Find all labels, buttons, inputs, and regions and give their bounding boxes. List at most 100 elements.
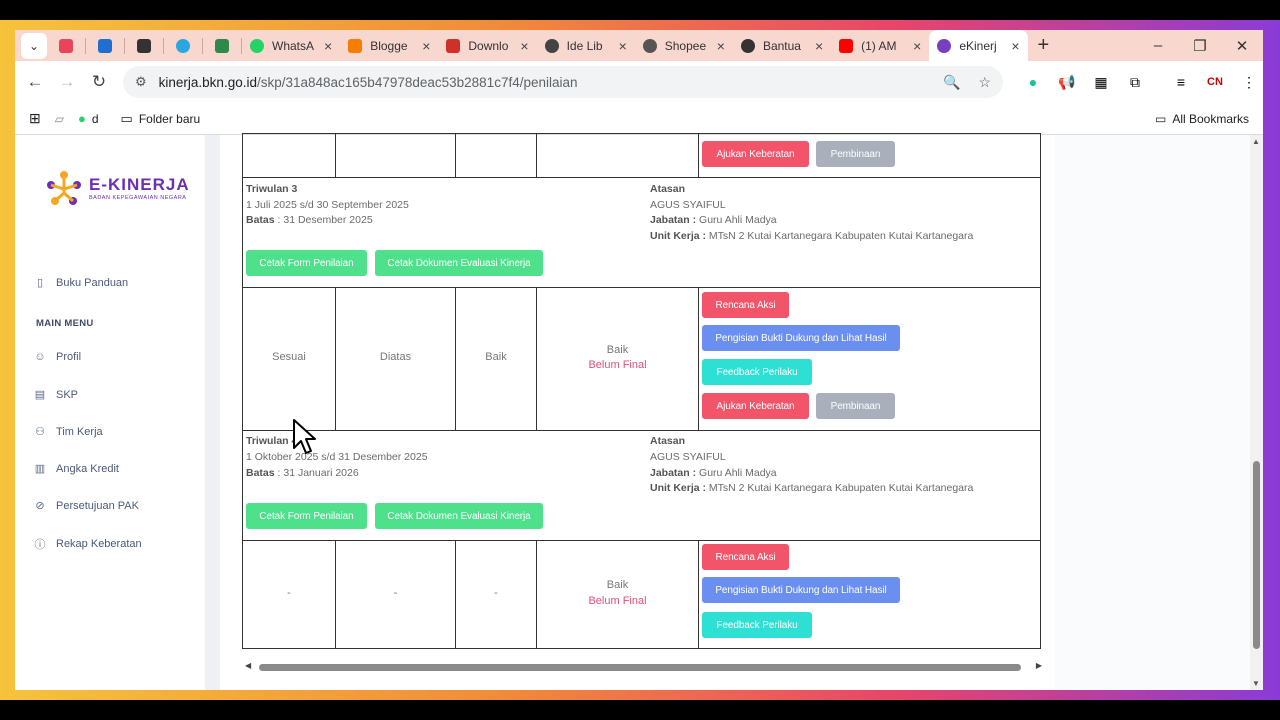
tab-blogger[interactable]: Blogge ×	[340, 30, 438, 61]
pembinaan-button[interactable]: Pembinaan	[816, 393, 895, 419]
tab-favicon-icon	[59, 38, 73, 53]
reload-icon[interactable]: ↻	[83, 72, 115, 92]
tab-1[interactable]	[47, 30, 85, 61]
tab-download[interactable]: Downlo ×	[438, 30, 536, 61]
cell-value: Sesuai	[272, 351, 306, 363]
tab-5[interactable]	[203, 30, 241, 61]
tab-label: Bantua	[762, 38, 801, 53]
megaphone-icon[interactable]: 📢	[1057, 74, 1077, 91]
bookmark-icon[interactable]: ▱	[55, 112, 64, 126]
sidebar: E-KINERJA BADAN KEPEGAWAIAN NEGARA ▯ Buku…	[15, 135, 205, 690]
cell-value: -	[494, 587, 498, 599]
scrollbar-thumb[interactable]	[259, 664, 1021, 671]
period-title: Triwulan 3	[246, 183, 298, 195]
scroll-left-icon[interactable]: ◀	[245, 661, 251, 670]
close-icon[interactable]: ×	[815, 38, 823, 54]
rencana-aksi-button[interactable]: Rencana Aksi	[702, 544, 789, 570]
forward-icon[interactable]: →	[51, 72, 83, 92]
bookmark-folder[interactable]: ▭ Folder baru	[121, 111, 201, 127]
ekinerja-icon	[937, 38, 952, 53]
sidebar-item-rekap-keberatan[interactable]: ⓘ Rekap Keberatan	[33, 536, 142, 552]
pembinaan-button[interactable]: Pembinaan	[816, 141, 895, 167]
unit-kerja: Unit Kerja : MTsN 2 Kutai Kartanegara Ka…	[650, 482, 974, 494]
address-bar[interactable]: ⚙ kinerja.bkn.go.id/skp/31a848ac165b4797…	[123, 66, 1003, 98]
minimize-icon[interactable]: –	[1137, 37, 1179, 54]
media-icon[interactable]: ≡	[1171, 74, 1191, 90]
atasan-label: Atasan	[650, 435, 686, 447]
site-info-icon[interactable]: ⚙	[135, 74, 147, 90]
browser-window: ⌄ WhatsA × Blogge × Downlo × Ide Lib × Shope…	[15, 30, 1263, 690]
close-icon[interactable]: ×	[520, 38, 528, 54]
feedback-perilaku-button[interactable]: Feedback Perilaku	[702, 612, 812, 638]
gutter	[205, 135, 220, 690]
atasan-name: AGUS SYAIFUL	[650, 199, 726, 211]
sidebar-item-angka-kredit[interactable]: ▥ Angka Kredit	[33, 462, 119, 476]
cetak-form-penilaian-button[interactable]: Cetak Form Penilaian	[246, 503, 367, 529]
tab-bantuan[interactable]: Bantua ×	[733, 30, 831, 61]
tab-ekinerja[interactable]: eKinerj ×	[929, 30, 1028, 61]
bookmark-label: Folder baru	[138, 111, 201, 126]
tab-label: Shopee	[664, 38, 707, 53]
cell-value: Baik	[606, 579, 629, 591]
close-icon[interactable]: ×	[1011, 38, 1019, 54]
pengisian-bukti-button[interactable]: Pengisian Bukti Dukung dan Lihat Hasil	[702, 325, 900, 351]
star-icon[interactable]: ☆	[978, 74, 991, 91]
scrollbar-thumb[interactable]	[1253, 461, 1260, 649]
sidebar-item-persetujuan-pak[interactable]: ⊘ Persetujuan PAK	[33, 499, 139, 513]
ajukan-keberatan-button[interactable]: Ajukan Keberatan	[702, 141, 809, 167]
cetak-form-penilaian-button[interactable]: Cetak Form Penilaian	[246, 250, 367, 276]
close-icon[interactable]: ×	[422, 38, 430, 54]
apps-icon[interactable]: ⊞	[29, 110, 41, 127]
tab-label: eKinerj	[959, 38, 997, 53]
zoom-icon[interactable]: 🔍	[943, 74, 960, 91]
sidebar-item-label: Rekap Keberatan	[56, 538, 142, 550]
tab-3[interactable]	[125, 30, 163, 61]
close-icon[interactable]: ×	[324, 38, 332, 54]
tab-4[interactable]	[164, 30, 202, 61]
back-icon[interactable]: ←	[19, 72, 51, 92]
tab-whatsapp[interactable]: WhatsA ×	[242, 30, 340, 61]
tab-youtube[interactable]: (1) AM ×	[831, 30, 929, 61]
sidebar-item-tim-kerja[interactable]: ⚇ Tim Kerja	[33, 425, 103, 439]
horizontal-scrollbar[interactable]: ◀ ▶	[242, 661, 1042, 673]
qr-icon[interactable]: ▦	[1091, 74, 1111, 91]
atasan-name: AGUS SYAIFUL	[650, 451, 726, 463]
mouse-cursor-icon	[293, 419, 316, 454]
whatsapp-icon: ●	[77, 111, 86, 126]
sidebar-item-skp[interactable]: ▤ SKP	[33, 388, 79, 402]
pengisian-bukti-button[interactable]: Pengisian Bukti Dukung dan Lihat Hasil	[702, 577, 900, 603]
cetak-dokumen-evaluasi-button[interactable]: Cetak Dokumen Evaluasi Kinerja	[375, 250, 543, 276]
ajukan-keberatan-button[interactable]: Ajukan Keberatan	[702, 393, 809, 419]
rencana-aksi-button[interactable]: Rencana Aksi	[702, 292, 789, 318]
puzzle-icon[interactable]: ⧉	[1125, 74, 1145, 91]
close-icon[interactable]: ×	[913, 38, 921, 54]
scroll-right-icon[interactable]: ▶	[1036, 661, 1042, 670]
menu-icon[interactable]: ⋮	[1239, 74, 1259, 91]
grammarly-icon[interactable]: ●	[1023, 74, 1043, 90]
ekinerja-logo-icon	[47, 171, 81, 205]
restore-icon[interactable]: ❐	[1179, 37, 1221, 55]
bookmark-whatsapp[interactable]: ● d	[78, 111, 99, 126]
tab-ide[interactable]: Ide Lib ×	[537, 30, 635, 61]
new-tab-button[interactable]: +	[1038, 34, 1050, 57]
scroll-down-icon[interactable]: ▼	[1252, 679, 1260, 688]
sidebar-item-profil[interactable]: ☺ Profil	[33, 351, 81, 363]
atasan-label: Atasan	[650, 183, 686, 195]
sidebar-item-buku-panduan[interactable]: ▯ Buku Panduan	[33, 276, 128, 290]
tab-favicon-icon	[740, 38, 755, 53]
all-bookmarks[interactable]: ▭ All Bookmarks	[1155, 112, 1249, 126]
vertical-scrollbar[interactable]: ▲ ▼	[1250, 135, 1263, 690]
sidebar-item-label: SKP	[56, 388, 79, 401]
close-window-icon[interactable]: ✕	[1221, 37, 1263, 55]
tab-label: Downlo	[468, 38, 509, 53]
tab-search-dropdown[interactable]: ⌄	[21, 32, 47, 59]
folder-icon: ▭	[1154, 111, 1167, 126]
scroll-up-icon[interactable]: ▲	[1252, 137, 1260, 146]
tab-shopee[interactable]: Shopee ×	[635, 30, 733, 61]
cnn-icon[interactable]: CN	[1205, 76, 1225, 88]
feedback-perilaku-button[interactable]: Feedback Perilaku	[702, 359, 812, 385]
close-icon[interactable]: ×	[717, 38, 725, 54]
cetak-dokumen-evaluasi-button[interactable]: Cetak Dokumen Evaluasi Kinerja	[375, 503, 543, 529]
tab-2[interactable]	[86, 30, 124, 61]
close-icon[interactable]: ×	[619, 38, 627, 54]
